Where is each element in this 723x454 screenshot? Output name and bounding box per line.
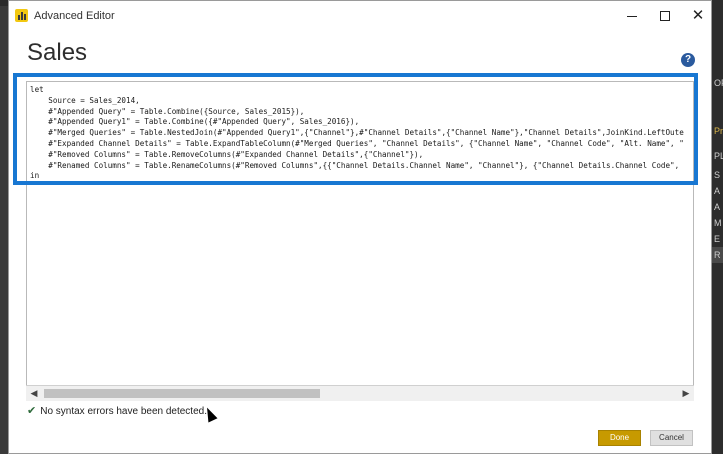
minimize-button[interactable] bbox=[618, 6, 646, 26]
advanced-editor-dialog: Advanced Editor ✕ Sales ? let Source = S… bbox=[8, 0, 712, 454]
bg-panel-text: Pr bbox=[714, 126, 723, 136]
title-bar: Advanced Editor ✕ bbox=[9, 1, 711, 31]
maximize-icon bbox=[660, 11, 670, 21]
code-line[interactable]: in bbox=[30, 171, 690, 181]
code-line[interactable]: #"Removed Columns" = Table.RemoveColumns… bbox=[30, 150, 690, 161]
bg-panel-text: PL bbox=[714, 151, 723, 161]
scrollbar-thumb[interactable] bbox=[44, 389, 320, 398]
minimize-icon bbox=[627, 16, 637, 18]
scroll-left-icon[interactable]: ◀ bbox=[26, 386, 42, 401]
bg-panel-text: M bbox=[714, 218, 722, 228]
bg-panel-text: S bbox=[714, 170, 721, 180]
done-button[interactable]: Done bbox=[598, 430, 641, 446]
scroll-right-icon[interactable]: ▶ bbox=[678, 386, 694, 401]
code-line[interactable]: #"Expanded Channel Details" = Table.Expa… bbox=[30, 139, 690, 150]
background-right-panel: OF Pr PL S A A M E R bbox=[712, 0, 723, 454]
syntax-status: ✔ No syntax errors have been detected. bbox=[27, 404, 207, 417]
code-line[interactable]: #"Appended Query" = Table.Combine({Sourc… bbox=[30, 107, 690, 118]
close-button[interactable]: ✕ bbox=[684, 6, 712, 26]
maximize-button[interactable] bbox=[651, 6, 679, 26]
power-bi-icon bbox=[15, 9, 28, 22]
help-icon[interactable]: ? bbox=[681, 53, 695, 67]
window-title: Advanced Editor bbox=[34, 10, 115, 22]
horizontal-scrollbar[interactable]: ◀ ▶ bbox=[26, 385, 694, 401]
query-name-heading: Sales bbox=[27, 39, 88, 66]
code-line[interactable]: #"Appended Query1" = Table.Combine({#"Ap… bbox=[30, 117, 690, 128]
code-line[interactable]: Source = Sales_2014, bbox=[30, 96, 690, 107]
code-line[interactable]: #"Merged Queries" = Table.NestedJoin(#"A… bbox=[30, 128, 690, 139]
code-line[interactable]: #"Renamed Columns" = Table.RenameColumns… bbox=[30, 161, 690, 172]
m-query-code[interactable]: let Source = Sales_2014, #"Appended Quer… bbox=[30, 85, 690, 181]
code-line[interactable]: let bbox=[30, 85, 690, 96]
close-icon: ✕ bbox=[691, 7, 705, 24]
bg-panel-text: R bbox=[714, 250, 721, 260]
cancel-button[interactable]: Cancel bbox=[650, 430, 693, 446]
bg-panel-text: E bbox=[714, 234, 721, 244]
syntax-status-message: No syntax errors have been detected. bbox=[40, 406, 207, 417]
bg-panel-text: A bbox=[714, 202, 721, 212]
bg-panel-text: OF bbox=[714, 78, 723, 88]
code-editor[interactable]: let Source = Sales_2014, #"Appended Quer… bbox=[26, 81, 694, 401]
checkmark-icon: ✔ bbox=[27, 405, 37, 417]
bg-panel-text: A bbox=[714, 186, 721, 196]
